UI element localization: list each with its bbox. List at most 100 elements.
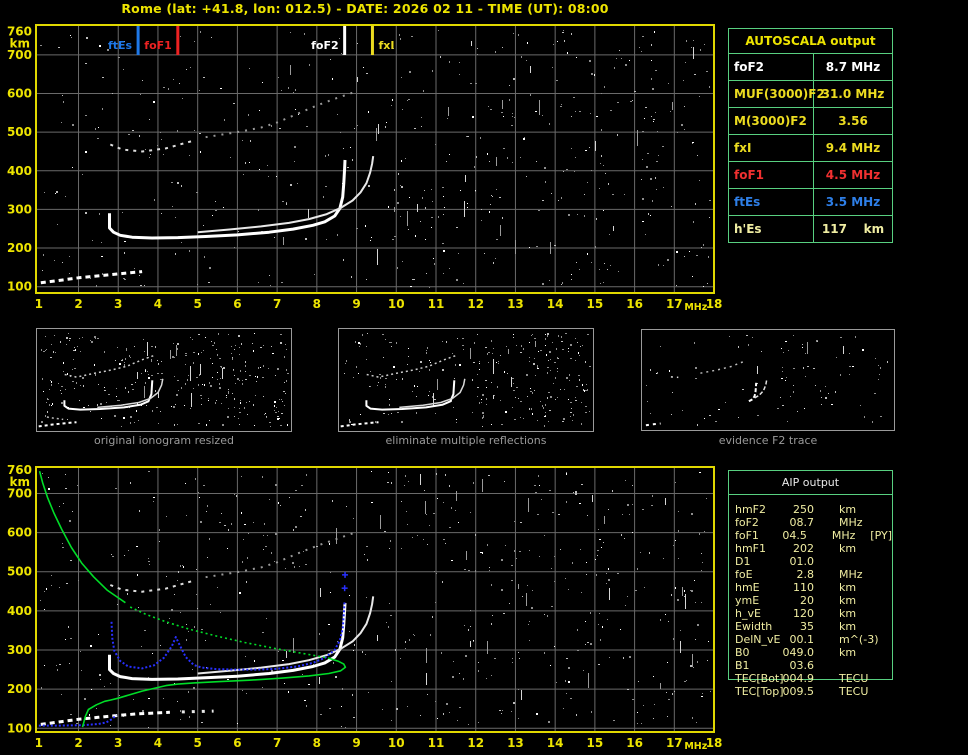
profile-topside xyxy=(38,470,126,604)
x-tick-label: 5 xyxy=(194,297,202,311)
gridlines xyxy=(36,25,714,293)
x-tick-label: 6 xyxy=(233,736,241,750)
aip-cell-lab: D1 xyxy=(735,555,751,568)
aip-row-DelN_vE: DelN_vE 00.1 m^(-3) xyxy=(729,633,892,646)
aip-cell-unit xyxy=(839,555,879,568)
aip-row-hmF1: hmF1 202 km xyxy=(729,542,892,555)
aip-cell-lab: B1 xyxy=(735,659,750,672)
x-tick-label: 16 xyxy=(626,297,643,311)
x-tick-label: 9 xyxy=(352,736,360,750)
param-value: 8.7 MHz xyxy=(825,60,881,74)
table-row-foF1: foF1 4.5 MHz xyxy=(729,161,892,188)
aip-cell-val: 110 xyxy=(793,581,814,594)
param-label: ftEs xyxy=(729,189,814,215)
es-trace xyxy=(38,421,77,428)
x-tick-label: 7 xyxy=(273,736,281,750)
aip-cell-val: 20 xyxy=(800,594,814,607)
second-hop-near xyxy=(109,579,194,593)
x-tick-label: 7 xyxy=(273,297,281,311)
aip-cell-val: 08.7 xyxy=(789,516,815,529)
station-date-title: Rome (lat: +41.8, lon: 012.5) - DATE: 20… xyxy=(121,1,609,16)
y-tick-label: 200 xyxy=(7,241,32,255)
param-label: foF2 xyxy=(729,54,814,80)
aip-cell-lab: foE xyxy=(735,568,753,581)
y-tick-label: 600 xyxy=(7,526,32,540)
aip-cell-lab: ymE xyxy=(735,594,760,607)
x-tick-label: 1 xyxy=(35,297,43,311)
aip-row-foF2: foF2 08.7 MHz xyxy=(729,516,892,529)
second-hop xyxy=(366,354,458,378)
x-tick-label: 10 xyxy=(388,297,405,311)
param-label: M(3000)F2 xyxy=(729,108,814,134)
aip-cell-lab: hmF1 xyxy=(735,542,767,555)
thumbnail-caption: original ionogram resized xyxy=(94,434,234,447)
x-tick-label: 13 xyxy=(507,297,524,311)
x-tick-label: 18 xyxy=(706,736,723,750)
table-row-hEs: h'Es 117 km xyxy=(729,215,892,242)
traces xyxy=(40,91,375,285)
x-tick-label: 17 xyxy=(666,297,683,311)
aip-cell-val: 009.5 xyxy=(782,685,815,698)
aip-row-Ewidth: Ewidth 35 km xyxy=(729,620,892,633)
aip-cell-unit: km xyxy=(839,607,857,620)
aip-cell-unit: TECU xyxy=(839,685,869,698)
y-axis-unit: km xyxy=(10,37,30,51)
marker-label-foF1: foF1 xyxy=(144,39,172,52)
aip-row-B1: B1 03.6 xyxy=(729,659,892,672)
aip-cell-unit: m^(-3) xyxy=(839,633,879,646)
param-value: 3.5 MHz xyxy=(825,195,881,209)
aip-cell-unit: km xyxy=(839,542,857,555)
es-trace xyxy=(340,421,379,428)
x-tick-label: 15 xyxy=(587,297,604,311)
aip-cell-unit: TECU xyxy=(839,672,869,685)
aip-cell-lab: DelN_vE xyxy=(735,633,781,646)
aip-cell-unit: km xyxy=(839,620,857,633)
aip-cell-lab: foF1 xyxy=(735,529,759,542)
top-ionogram-chart: ftEs foF1 foF2 fxI760700600500400300200100k… xyxy=(7,24,722,313)
autoscala-table-title: AUTOSCALA output xyxy=(729,29,892,54)
aip-cell-val: 250 xyxy=(793,503,814,516)
second-hop-far xyxy=(205,532,353,579)
y-tick-label: 400 xyxy=(7,604,32,618)
echo-noise xyxy=(646,335,888,426)
thumbnail-caption: eliminate multiple reflections xyxy=(385,434,547,447)
echo-noise xyxy=(40,30,711,288)
aip-rows: hmF2 250 km foF2 08.7 MHz foF1 04.5 MHz [PY] hmF1 2… xyxy=(729,503,892,698)
table-row-foF2: foF2 8.7 MHz xyxy=(729,54,892,80)
second-hop xyxy=(700,361,744,374)
aip-cell-val: 120 xyxy=(793,607,814,620)
x-tick-label: 18 xyxy=(706,297,723,311)
aip-cell-val: 01.0 xyxy=(789,555,815,568)
aip-row-hmE: hmE 110 km xyxy=(729,581,892,594)
x-tick-label: 11 xyxy=(428,736,445,750)
axis-labels: 760700600500400300200100km1 2 3 4 5 6 7 8 9 10 11 1… xyxy=(7,25,722,313)
autoscala-output-table: AUTOSCALA output foF2 8.7 MHz MUF(3000)F… xyxy=(728,28,893,243)
x-tick-label: 12 xyxy=(467,736,484,750)
x-tick-label: 3 xyxy=(114,736,122,750)
f-trace-omode xyxy=(365,380,456,411)
x-tick-label: 9 xyxy=(352,297,360,311)
thumbnail-original-ionogram xyxy=(36,328,292,432)
table-row-M3000F2: M(3000)F2 3.56 xyxy=(729,107,892,134)
f-trace-omode xyxy=(108,159,347,240)
x-tick-label: 1 xyxy=(35,736,43,750)
y-tick-label: 100 xyxy=(7,721,32,735)
param-value: 3.56 xyxy=(838,114,868,128)
x-tick-label: 11 xyxy=(428,297,445,311)
aip-row-B0: B0 049.0 km xyxy=(729,646,892,659)
aip-table-title: AIP output xyxy=(729,471,892,495)
aip-cell-unit xyxy=(839,659,879,672)
x-axis-unit: MHz xyxy=(684,741,707,752)
param-label: h'Es xyxy=(729,216,814,242)
x-tick-label: 6 xyxy=(233,297,241,311)
axis-labels: 760700600500400300200100km1 2 3 4 5 6 7 8 9 10 11 1… xyxy=(7,463,722,752)
aip-row-h_vE: h_vE 120 km xyxy=(729,607,892,620)
param-label: foF1 xyxy=(729,162,814,188)
thumbnail-cleaned-ionogram xyxy=(338,328,594,432)
aip-row-foE: foE 2.8 MHz xyxy=(729,568,892,581)
y-tick-label: 300 xyxy=(7,202,32,216)
aip-output-table: AIP output hmF2 250 km foF2 08.7 MHz foF1 04.5 M… xyxy=(728,470,893,698)
table-row-fxI: fxI 9.4 MHz xyxy=(729,134,892,161)
aip-cell-unit: km xyxy=(839,646,857,659)
aip-row-D1: D1 01.0 xyxy=(729,555,892,568)
